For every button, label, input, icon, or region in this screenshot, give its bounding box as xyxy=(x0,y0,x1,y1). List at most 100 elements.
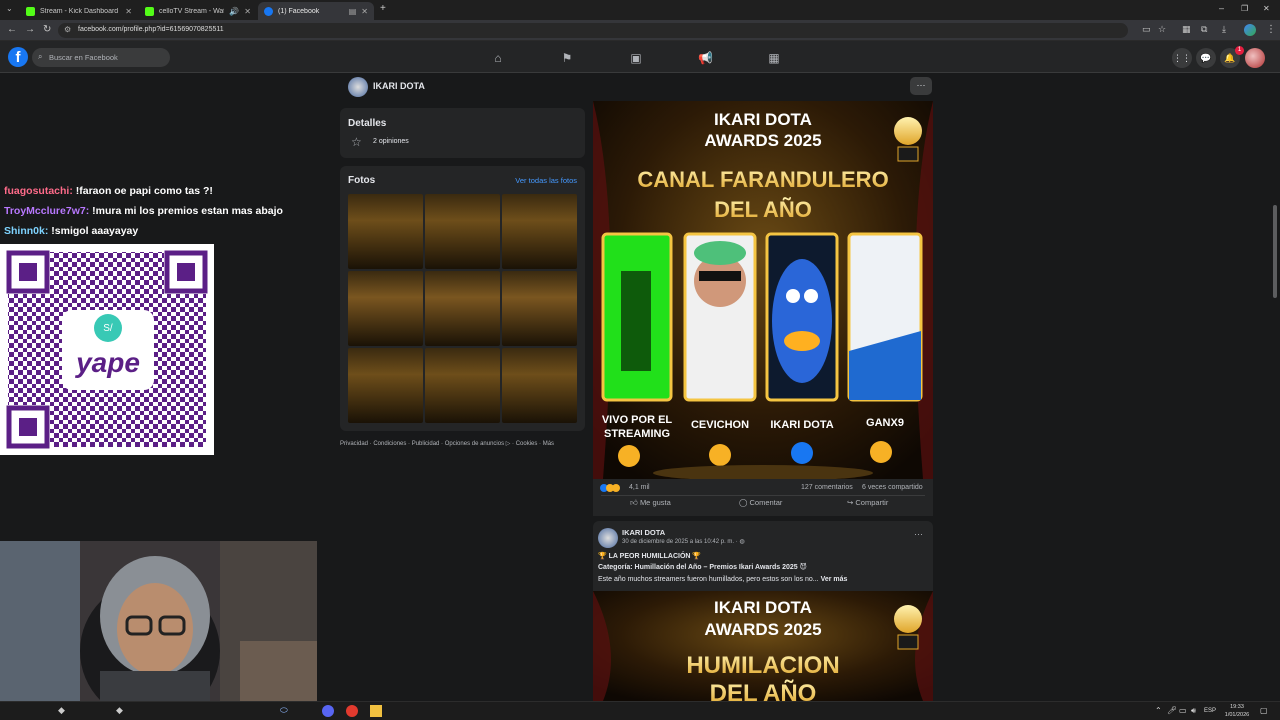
taskbar-icon[interactable]: ⬭ xyxy=(280,705,288,716)
minimize-button[interactable]: – xyxy=(1219,3,1224,13)
profile-name[interactable]: IKARI DOTA xyxy=(373,81,425,91)
downloads-icon[interactable]: ⤓ xyxy=(1222,24,1226,35)
obs-icon[interactable] xyxy=(346,705,358,717)
photo-thumbnail[interactable] xyxy=(502,348,577,423)
address-bar[interactable]: ⚙ facebook.com/profile.php?id=6156907082… xyxy=(58,23,1128,38)
post-author[interactable]: IKARI DOTA xyxy=(622,528,665,537)
divider xyxy=(601,495,925,496)
photo-thumbnail[interactable] xyxy=(348,271,423,346)
tab-kick-dashboard[interactable]: Stream - Kick Dashboard ✕ xyxy=(20,2,138,20)
bookmark-star-icon[interactable]: ☆ xyxy=(1158,24,1166,35)
reactions-count[interactable]: 4,1 mil xyxy=(629,484,650,491)
photo-thumbnail[interactable] xyxy=(425,348,500,423)
photo-thumbnail[interactable] xyxy=(502,271,577,346)
file-explorer-icon[interactable] xyxy=(370,705,382,717)
comments-count[interactable]: 127 comentarios xyxy=(801,484,853,491)
like-label: Me gusta xyxy=(639,498,671,507)
extensions-puzzle-icon[interactable]: ⧉ xyxy=(1201,24,1207,35)
post-image[interactable]: IKARI DOTA AWARDS 2025 HUMILACION DEL AÑ… xyxy=(593,591,933,701)
rating-text[interactable]: 2 opiniones xyxy=(373,138,409,145)
photos-title: Fotos xyxy=(348,175,376,186)
close-icon[interactable]: ✕ xyxy=(125,7,132,16)
post-date-text: 30 de diciembre de 2025 a las 10:42 p. m… xyxy=(622,539,740,545)
mic-icon[interactable]: 🎤︎ xyxy=(1167,706,1177,715)
events-icon[interactable]: ▦ xyxy=(767,51,781,65)
menu-grid-icon[interactable]: ⋮⋮ xyxy=(1172,48,1192,68)
cast-icon[interactable]: ▭ xyxy=(1142,24,1151,35)
account-avatar[interactable] xyxy=(1245,48,1265,68)
photo-thumbnail[interactable] xyxy=(425,271,500,346)
windows-taskbar: ◆ ◆ ⬭ ⌃ 🎤︎ ▭ 🔊︎ ESP 19:33 1/01/2026 ▢ xyxy=(0,701,1280,720)
chat-text: !mura mi los premios estan mas abajo xyxy=(92,205,283,217)
back-button[interactable]: ← xyxy=(7,24,17,35)
clock[interactable]: 19:33 1/01/2026 xyxy=(1222,703,1252,719)
menu-kebab-icon[interactable]: ⋮ xyxy=(1266,24,1276,35)
tab-cellotv-stream[interactable]: celloTV Stream - Watch Liv 🔊 ✕ xyxy=(139,2,257,20)
maximize-button[interactable]: ❐ xyxy=(1241,4,1248,13)
network-icon[interactable]: ▭ xyxy=(1179,706,1187,715)
see-all-photos-link[interactable]: Ver todas las fotos xyxy=(515,176,577,185)
photo-thumbnail[interactable] xyxy=(348,194,423,269)
close-icon[interactable]: ✕ xyxy=(244,7,251,16)
tab-facebook[interactable]: (1) Facebook ▤ ✕ xyxy=(258,2,374,20)
author-avatar[interactable] xyxy=(598,528,618,548)
page-scrollbar[interactable] xyxy=(1273,205,1277,298)
reload-button[interactable]: ↻ xyxy=(43,24,51,35)
like-button[interactable]: 👍︎ Me gusta xyxy=(630,498,671,508)
photo-thumbnail[interactable] xyxy=(502,194,577,269)
close-icon[interactable]: ✕ xyxy=(361,7,368,16)
search-input[interactable]: ⌕ Buscar en Facebook xyxy=(32,48,170,67)
volume-icon[interactable]: 🔊︎ xyxy=(1191,706,1196,716)
sad-emoji xyxy=(870,441,892,463)
pages-flag-icon[interactable]: ⚑ xyxy=(560,51,574,65)
nominee-label: CEVICHON xyxy=(691,419,749,431)
award-header-mid: AWARDS 2025 xyxy=(704,620,821,639)
shares-count[interactable]: 6 veces compartido xyxy=(862,484,923,491)
new-tab-button[interactable]: + xyxy=(380,3,386,14)
nominee-label: VIVO POR EL xyxy=(602,414,673,426)
close-window-button[interactable]: ✕ xyxy=(1263,4,1270,13)
photo-thumbnail[interactable] xyxy=(425,194,500,269)
post-footer: 4,1 mil 127 comentarios 6 veces comparti… xyxy=(593,479,933,516)
photo-thumbnail[interactable] xyxy=(348,348,423,423)
messenger-icon[interactable]: 💬 xyxy=(1196,48,1216,68)
award-header-top: IKARI DOTA xyxy=(714,598,812,617)
browser-tab-bar: ⌄ Stream - Kick Dashboard ✕ celloTV Stre… xyxy=(0,0,1280,20)
tab-search-icon[interactable]: ⌄ xyxy=(6,4,13,13)
footer-links[interactable]: Privacidad · Condiciones · Publicidad · … xyxy=(340,440,554,447)
comment-button[interactable]: ◯ Comentar xyxy=(739,498,782,507)
profile-avatar[interactable] xyxy=(1244,24,1256,36)
tray-chevron-icon[interactable]: ⌃ xyxy=(1155,706,1162,715)
extension-icon[interactable]: ▦ xyxy=(1182,24,1191,35)
discord-icon[interactable] xyxy=(322,705,334,717)
site-info-icon[interactable]: ⚙ xyxy=(64,25,71,34)
post-body-text: Este año muchos streamers fueron humilla… xyxy=(598,576,819,583)
chat-username: Shinn0k: xyxy=(4,225,49,237)
taskbar-icon[interactable]: ◆ xyxy=(116,705,123,716)
profile-picture[interactable] xyxy=(348,77,368,97)
see-more-link[interactable]: Ver más xyxy=(821,576,848,583)
more-options-button[interactable]: ··· xyxy=(910,77,932,95)
audio-icon[interactable]: 🔊 xyxy=(229,7,239,16)
ads-megaphone-icon[interactable]: 📢 xyxy=(698,51,713,65)
insights-icon[interactable]: ▣ xyxy=(629,51,643,65)
yape-qr-code: S/ yape xyxy=(0,244,214,455)
laugh-emoji xyxy=(618,445,640,467)
comment-icon: ◯ xyxy=(739,498,748,507)
kick-icon xyxy=(26,6,35,16)
home-icon[interactable]: ⌂ xyxy=(491,51,505,65)
post-options-icon[interactable]: ··· xyxy=(914,529,923,539)
forward-button[interactable]: → xyxy=(25,24,35,35)
language-indicator[interactable]: ESP xyxy=(1204,708,1216,714)
facebook-logo[interactable]: f xyxy=(8,47,28,67)
nominee-label: IKARI DOTA xyxy=(770,419,833,431)
share-button[interactable]: ↪ Compartir xyxy=(847,498,888,507)
share-label: Compartir xyxy=(855,498,889,507)
comment-label: Comentar xyxy=(749,498,783,507)
taskbar-icon[interactable]: ◆ xyxy=(58,705,65,716)
notification-center-icon[interactable]: ▢ xyxy=(1260,706,1268,715)
post-date[interactable]: 30 de diciembre de 2025 a las 10:42 p. m… xyxy=(622,538,745,545)
award-category-line2: DEL AÑO xyxy=(710,679,817,701)
tab-media-icon[interactable]: ▤ xyxy=(349,7,357,16)
post-image[interactable]: IKARI DOTA AWARDS 2025 CANAL FARANDULERO… xyxy=(593,101,933,479)
